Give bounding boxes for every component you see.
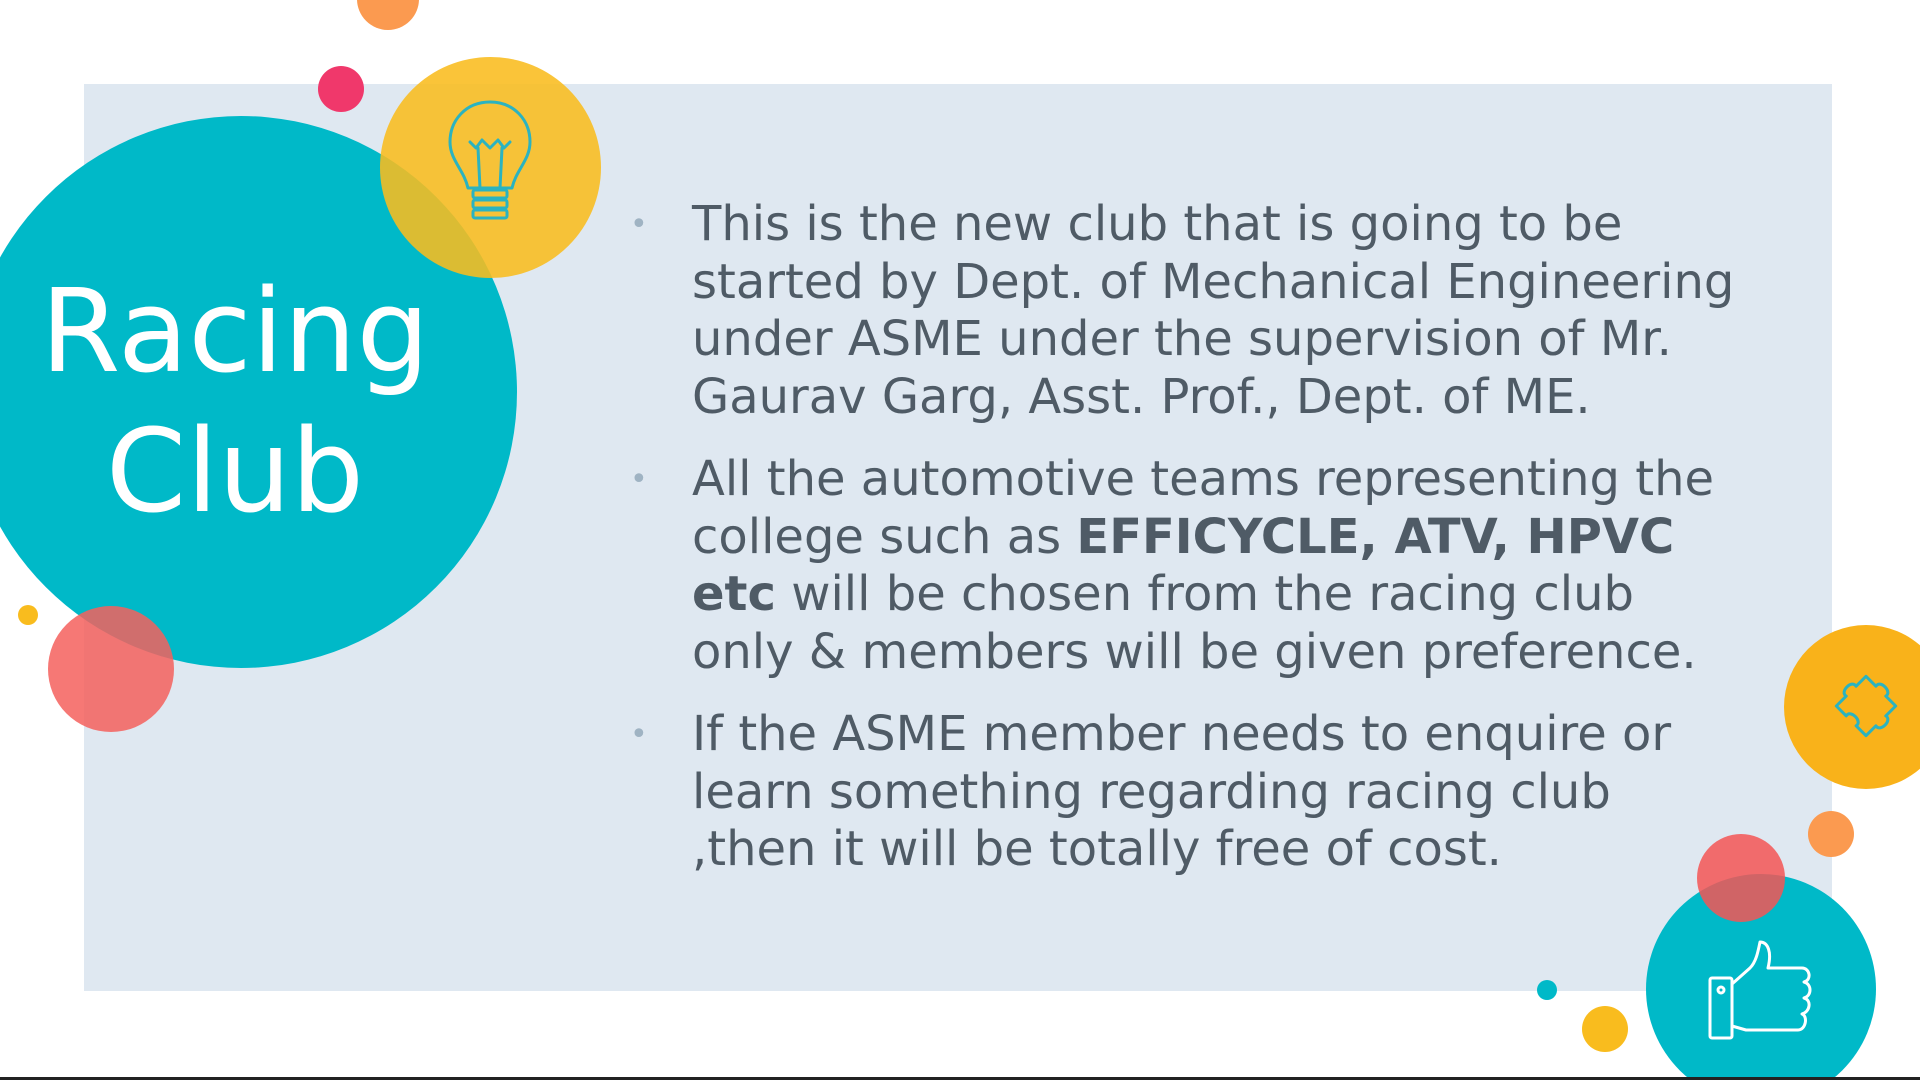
bullet-dot-icon: •	[630, 207, 648, 242]
slide-title: Racing Club	[0, 262, 470, 542]
yellow-dot-left	[18, 605, 38, 625]
yellow-dot-bottom	[1582, 1006, 1628, 1052]
bullet-list: • This is the new club that is going to …	[620, 196, 1750, 904]
title-line-1: Racing	[40, 265, 430, 399]
bullet-text-end: will be chosen from the racing club only…	[692, 566, 1697, 680]
bullet-item: • If the ASME member needs to enquire or…	[620, 706, 1750, 879]
orange-dot-top	[357, 0, 419, 30]
bullet-dot-icon: •	[630, 717, 648, 752]
bullet-text: This is the new club that is going to be…	[692, 196, 1735, 425]
bullet-dot-icon: •	[630, 462, 648, 497]
thumbs-up-icon	[1708, 940, 1812, 1040]
orange-dot-right	[1808, 811, 1854, 857]
pink-dot	[318, 66, 364, 112]
teal-dot-small	[1537, 980, 1557, 1000]
bullet-text: If the ASME member needs to enquire or l…	[692, 706, 1672, 877]
bullet-item: • This is the new club that is going to …	[620, 196, 1750, 426]
bullet-item: • All the automotive teams representing …	[620, 451, 1750, 681]
lightbulb-icon	[448, 100, 532, 220]
puzzle-icon	[1834, 674, 1898, 738]
title-line-2: Club	[105, 405, 365, 539]
coral-circle-left	[48, 606, 174, 732]
slide: Racing Club • This is the new club that	[0, 0, 1920, 1080]
